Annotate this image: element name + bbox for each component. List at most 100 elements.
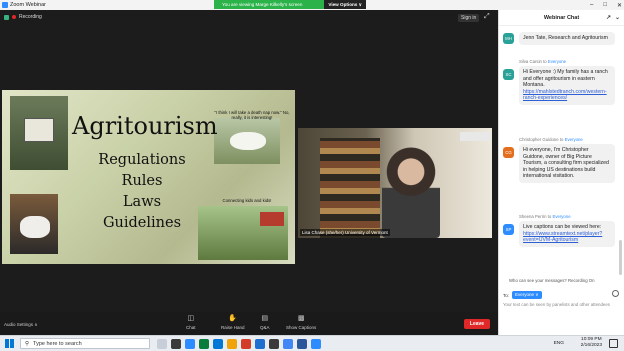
chat-input[interactable]: Your text can be seen by panelists and o… — [503, 302, 615, 308]
taskbar-app-icon[interactable] — [171, 339, 181, 349]
message-bubble: Hi everyone, I'm Christopher Guidone, ow… — [519, 144, 615, 183]
screen-share-banner: You are viewing Marge Kilkelly's screen … — [214, 0, 366, 9]
message-sender: Silva Carsin to Everyone — [519, 59, 615, 64]
recipient-label: Everyone — [552, 214, 571, 219]
windows-start-icon[interactable] — [5, 339, 14, 348]
taskbar-app-icon[interactable] — [255, 339, 265, 349]
kids-caption: Connecting kids and kids! — [222, 198, 272, 203]
fullscreen-icon[interactable]: ⤢ — [484, 13, 490, 21]
taskbar-app-icon[interactable] — [311, 339, 321, 349]
audio-settings-button[interactable]: Audio Settings ∧ — [4, 322, 38, 328]
chat-scrollbar[interactable] — [619, 240, 622, 275]
chat-message: Silva Carsin to Everyone SC Hi Everyone … — [503, 59, 615, 105]
chat-icon: ◫ — [187, 315, 195, 322]
recipient-dropdown[interactable]: Everyone ∨ — [512, 291, 542, 299]
meeting-area: Recording Sign in ⤢ "I think I will take… — [0, 10, 498, 335]
message-sender: Christopher Guidone to Everyone — [519, 137, 615, 142]
chat-header-icons: ↗ ⌄ — [606, 14, 620, 21]
popout-icon[interactable]: ↗ — [606, 14, 611, 21]
qa-label: Q&A — [260, 325, 270, 330]
goat-shape — [230, 132, 266, 150]
clock[interactable]: 10:09 PM 2/16/2023 — [581, 337, 602, 349]
shield-icon — [4, 14, 9, 20]
taskbar-search[interactable]: ⚲ Type here to search — [20, 338, 150, 349]
message-bubble: Hi Everyone :) My family has a ranch and… — [519, 66, 615, 105]
message-text: Jenn Tate, Research and Agritourism — [523, 35, 608, 41]
avatar: MH — [503, 33, 514, 44]
avatar: SC — [503, 69, 514, 80]
goat-holding-photo — [10, 194, 58, 254]
chat-message: Christopher Guidone to Everyone CG Hi ev… — [503, 137, 615, 183]
window-title: Zoom Webinar — [10, 2, 46, 8]
taskbar-app-icon[interactable] — [213, 339, 223, 349]
barn-shape — [260, 212, 284, 226]
leave-button[interactable]: Leave — [464, 319, 490, 329]
slide-list-item: Rules — [121, 173, 163, 189]
windows-taskbar: ⚲ Type here to search ENG 10:09 PM 2/16/… — [0, 335, 624, 351]
taskbar-app-icon[interactable] — [227, 339, 237, 349]
hand-icon: ✋ — [228, 315, 238, 322]
chat-message: MH Jenn Tate, Research and Agritourism — [503, 30, 615, 45]
speaker-person — [382, 146, 440, 238]
chat-button[interactable]: ◫ Chat — [186, 315, 196, 330]
raise-hand-button[interactable]: ✋ Raise Hand — [221, 315, 245, 330]
message-bubble: Jenn Tate, Research and Agritourism — [519, 32, 615, 45]
taskbar-app-icon[interactable] — [269, 339, 279, 349]
recording-indicator: Recording — [4, 14, 42, 20]
qa-icon: ▤ — [261, 315, 269, 322]
air-conditioner — [460, 132, 490, 141]
emoji-icon[interactable] — [612, 290, 619, 297]
message-text: Live captions can be viewed here: — [523, 224, 602, 230]
taskbar-app-icon[interactable] — [199, 339, 209, 349]
recipient-label: Everyone — [547, 59, 567, 64]
slide-list-item: Laws — [122, 194, 162, 210]
sign-in-button[interactable]: Sign in — [458, 14, 480, 22]
view-options-button[interactable]: View Options ∨ — [324, 0, 366, 9]
chat-title: Webinar Chat — [543, 14, 580, 21]
speaker-video[interactable]: Lisa Chase (she/her) University of Vermo… — [298, 128, 492, 238]
recording-label: Recording — [19, 14, 42, 20]
cc-icon: ▩ — [297, 315, 305, 322]
language-indicator[interactable]: ENG — [554, 341, 564, 346]
taskbar-app-icon[interactable] — [157, 339, 167, 349]
qa-button[interactable]: ▤ Q&A — [260, 315, 270, 330]
message-link[interactable]: https://www.streamtext.net/player?event=… — [523, 231, 602, 244]
message-sender: Sheena Perrin to Everyone — [519, 214, 615, 219]
who-can-see-notice[interactable]: Who can see your messages? Recording On — [509, 278, 595, 283]
message-text: Hi Everyone :) My family has a ranch and… — [523, 69, 608, 89]
taskbar-app-icon[interactable] — [241, 339, 251, 349]
taskbar-app-icon[interactable] — [185, 339, 195, 349]
message-link[interactable]: https://mahlstedtranch.com/western-ranch… — [523, 89, 607, 102]
slide-list: Regulations Rules Laws Guidelines — [82, 150, 202, 234]
slide-list-item: Regulations — [98, 152, 186, 168]
to-label: To: — [503, 292, 510, 298]
chat-message: Sheena Perrin to Everyone SP Live captio… — [503, 214, 615, 247]
search-icon: ⚲ — [25, 340, 30, 347]
record-dot-icon — [12, 15, 16, 19]
speaker-name-label: Lisa Chase (she/her) University of Vermo… — [300, 229, 390, 236]
minimize-icon[interactable]: – — [590, 2, 593, 8]
sender-name: Silva Carsin to — [519, 59, 548, 64]
sign-photo — [10, 96, 68, 170]
chat-panel: Webinar Chat ↗ ⌄ MH Jenn Tate, Research … — [498, 10, 624, 335]
sender-name: Sheena Perrin to — [519, 214, 553, 219]
taskbar-app-icon[interactable] — [297, 339, 307, 349]
recipient-label: Everyone — [564, 137, 583, 142]
taskbar-app-icon[interactable] — [283, 339, 293, 349]
show-captions-label: Show Captions — [286, 325, 317, 330]
recipient-row: To: Everyone ∨ — [503, 291, 542, 299]
avatar: CG — [503, 147, 514, 158]
message-bubble: Live captions can be viewed here: https:… — [519, 221, 615, 247]
window-titlebar: Zoom Webinar You are viewing Marge Kilke… — [0, 0, 624, 10]
meeting-toolbar: Audio Settings ∧ ◫ Chat ✋ Raise Hand ▤ Q… — [0, 312, 498, 335]
show-captions-button[interactable]: ▩ Show Captions — [286, 315, 316, 330]
maximize-icon[interactable]: □ — [603, 2, 607, 8]
goats-napping-photo — [214, 118, 280, 164]
notification-icon[interactable] — [609, 339, 618, 348]
sign-board — [24, 118, 54, 142]
goats-caption: "I think I will take a death nap now." N… — [214, 110, 290, 120]
chevron-down-icon[interactable]: ⌄ — [615, 14, 620, 21]
close-icon[interactable]: ✕ — [617, 2, 622, 9]
window-controls: – □ ✕ — [590, 0, 622, 10]
avatar: SP — [503, 224, 514, 235]
